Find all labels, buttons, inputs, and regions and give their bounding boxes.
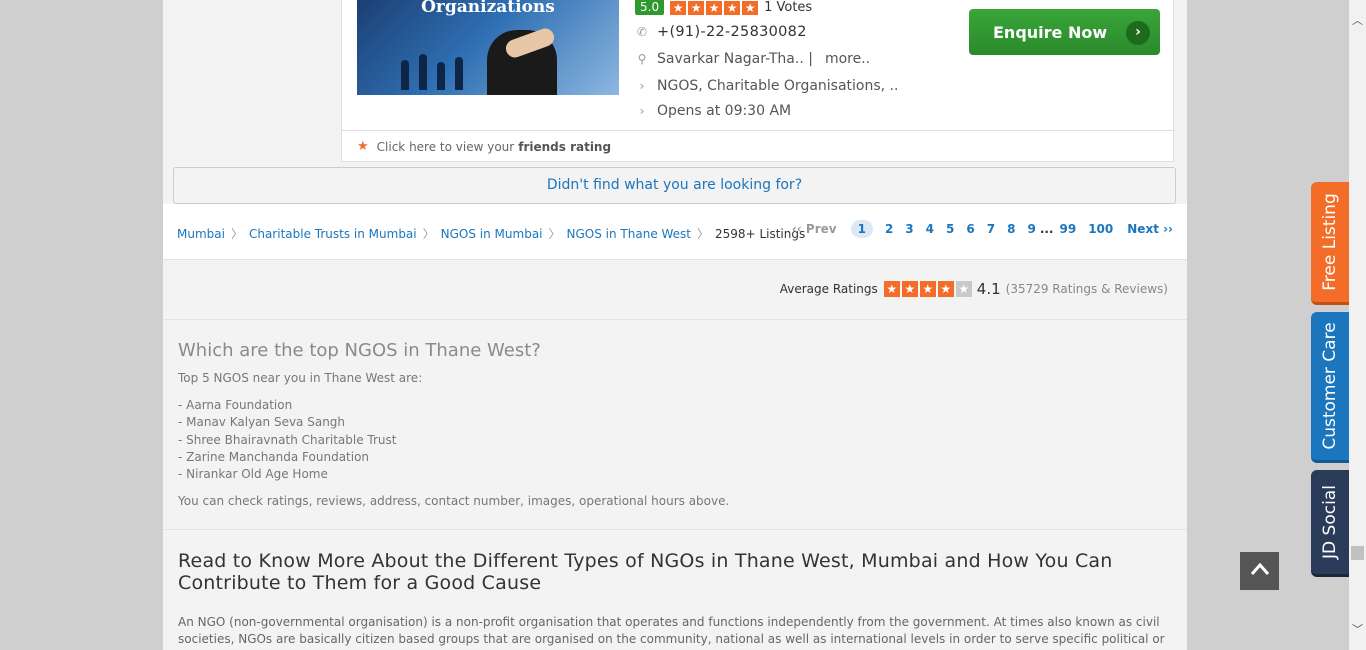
list-item: - Zarine Manchanda Foundation bbox=[178, 449, 370, 464]
breadcrumb-separator-icon: 〉 bbox=[548, 227, 561, 241]
listing-phone[interactable]: ✆ +(91)-22-25830082 bbox=[635, 24, 807, 40]
jd-social-label: JD Social bbox=[1320, 485, 1340, 559]
listing-categories[interactable]: › NGOS, Charitable Organisations, .. bbox=[635, 78, 899, 94]
page-button[interactable]: 100 bbox=[1088, 222, 1113, 236]
image-people bbox=[397, 50, 477, 90]
enquire-now-button[interactable]: Enquire Now › bbox=[969, 9, 1160, 55]
rating-stars: ★ ★ ★ ★ ★ bbox=[670, 0, 759, 15]
star-empty-icon: ★ bbox=[955, 281, 972, 297]
list-item: - Aarna Foundation bbox=[178, 398, 293, 412]
chevron-down-icon[interactable]: ﹀ bbox=[1349, 621, 1366, 638]
scrollbar[interactable]: ︿ ﹀ bbox=[1349, 0, 1366, 650]
star-icon: ★ bbox=[688, 0, 705, 15]
faq-outro: You can check ratings, reviews, address,… bbox=[178, 494, 730, 508]
top-ngos-list: - Aarna Foundation - Manav Kalyan Seva S… bbox=[178, 397, 397, 483]
article-section: Read to Know More About the Different Ty… bbox=[163, 530, 1187, 650]
pagination: ‹‹ Prev 1 2 3 4 5 6 7 8 9 ... 99 100 Nex… bbox=[792, 220, 1173, 238]
article-body: An NGO (non-governmental organisation) i… bbox=[178, 615, 1165, 650]
chevron-right-icon: › bbox=[1126, 21, 1150, 45]
breadcrumb-link[interactable]: Charitable Trusts in Mumbai bbox=[249, 227, 417, 241]
breadcrumb-separator-icon: 〉 bbox=[422, 227, 435, 241]
average-score: 4.1 bbox=[976, 280, 1001, 298]
breadcrumb-link[interactable]: Mumbai bbox=[177, 227, 225, 241]
page-button[interactable]: 4 bbox=[926, 222, 934, 236]
customer-care-tab[interactable]: Customer Care bbox=[1311, 312, 1349, 463]
scrollbar-thumb[interactable] bbox=[1351, 546, 1364, 560]
average-stars: ★ ★ ★ ★ ★ bbox=[883, 281, 972, 297]
star-icon: ★ bbox=[706, 0, 723, 15]
page-button[interactable]: 5 bbox=[946, 222, 954, 236]
listing-hours[interactable]: › Opens at 09:30 AM bbox=[635, 103, 792, 119]
hours-text: Opens at 09:30 AM bbox=[657, 103, 792, 119]
listing-card: Organizations 5.0 ★ ★ ★ ★ ★ 1 Votes ✆ +(… bbox=[341, 0, 1175, 162]
location-icon: ⚲ bbox=[637, 52, 647, 66]
average-ratings-bar: Average Ratings ★ ★ ★ ★ ★ 4.1 (35729 Rat… bbox=[163, 260, 1187, 320]
breadcrumb-separator-icon: 〉 bbox=[697, 227, 710, 241]
phone-icon: ✆ bbox=[636, 25, 648, 39]
rating-badge: 5.0 bbox=[635, 0, 665, 15]
jd-social-tab[interactable]: JD Social bbox=[1311, 470, 1349, 577]
list-item: - Shree Bhairavnath Charitable Trust bbox=[178, 432, 397, 447]
page-button[interactable]: 7 bbox=[987, 222, 995, 236]
average-label: Average Ratings bbox=[779, 282, 878, 296]
customer-care-label: Customer Care bbox=[1320, 322, 1340, 450]
listing-address: ⚲ Savarkar Nagar-Tha.. | more.. bbox=[635, 51, 871, 67]
listing-rating: 5.0 ★ ★ ★ ★ ★ 1 Votes bbox=[635, 0, 812, 15]
page-button-current[interactable]: 1 bbox=[850, 220, 873, 238]
next-page-button[interactable]: Next ›› bbox=[1127, 222, 1173, 236]
chevron-right-icon: › bbox=[639, 104, 645, 118]
page-button[interactable]: 9 bbox=[1027, 222, 1035, 236]
free-listing-tab[interactable]: Free Listing bbox=[1311, 182, 1349, 305]
votes-count[interactable]: 1 Votes bbox=[764, 0, 812, 15]
address-text: Savarkar Nagar-Tha.. | bbox=[657, 51, 813, 67]
breadcrumb-link[interactable]: NGOS in Mumbai bbox=[441, 227, 543, 241]
reviews-count: (35729 Ratings & Reviews) bbox=[1005, 282, 1168, 296]
enquire-label: Enquire Now bbox=[993, 22, 1108, 42]
free-listing-label: Free Listing bbox=[1320, 193, 1340, 291]
breadcrumb-link[interactable]: NGOS in Thane West bbox=[567, 227, 692, 241]
breadcrumb-separator-icon: 〉 bbox=[230, 227, 243, 241]
page-ellipsis: ... bbox=[1039, 222, 1054, 236]
listing-image[interactable]: Organizations bbox=[357, 0, 619, 95]
breadcrumb-bar: Mumbai 〉 Charitable Trusts in Mumbai 〉 N… bbox=[163, 204, 1187, 260]
page-button[interactable]: 8 bbox=[1007, 222, 1015, 236]
faq-intro: Top 5 NGOS near you in Thane West are: bbox=[178, 371, 423, 385]
breadcrumb: Mumbai 〉 Charitable Trusts in Mumbai 〉 N… bbox=[177, 225, 805, 242]
not-found-button[interactable]: Didn't find what you are looking for? bbox=[173, 167, 1176, 204]
page-button[interactable]: 2 bbox=[885, 222, 893, 236]
friends-prefix: Click here to view your bbox=[376, 139, 515, 154]
chevron-up-icon[interactable]: ︿ bbox=[1349, 12, 1366, 29]
star-icon: ★ bbox=[883, 281, 900, 297]
address-more-link[interactable]: more.. bbox=[825, 51, 870, 67]
listing-image-text: Organizations bbox=[421, 0, 555, 17]
page-button[interactable]: 6 bbox=[966, 222, 974, 236]
list-item: - Manav Kalyan Seva Sangh bbox=[178, 415, 346, 430]
phone-number: +(91)-22-25830082 bbox=[657, 24, 807, 40]
star-icon: ★ bbox=[901, 281, 918, 297]
chevron-right-icon: › bbox=[639, 79, 645, 93]
star-icon: ★ bbox=[724, 0, 741, 15]
star-icon: ★ bbox=[670, 0, 687, 15]
faq-title: Which are the top NGOS in Thane West? bbox=[178, 340, 541, 361]
list-item: - Nirankar Old Age Home bbox=[178, 467, 328, 482]
scroll-to-top-button[interactable] bbox=[1240, 552, 1279, 590]
article-title: Read to Know More About the Different Ty… bbox=[178, 550, 1113, 594]
friends-bold: friends rating bbox=[518, 139, 612, 154]
average-ratings: Average Ratings ★ ★ ★ ★ ★ 4.1 (35729 Rat… bbox=[780, 280, 1168, 298]
star-icon: ★ bbox=[357, 139, 369, 154]
friends-rating-link[interactable]: ★ Click here to view your friends rating bbox=[342, 130, 1175, 162]
faq-section: Which are the top NGOS in Thane West? To… bbox=[163, 320, 1187, 530]
star-icon: ★ bbox=[742, 0, 759, 15]
star-icon: ★ bbox=[919, 281, 936, 297]
categories-text: NGOS, Charitable Organisations, .. bbox=[657, 78, 899, 94]
page-button[interactable]: 3 bbox=[905, 222, 913, 236]
prev-page-button[interactable]: ‹‹ Prev bbox=[792, 222, 837, 236]
chevron-up-icon bbox=[1250, 562, 1269, 575]
page-button[interactable]: 99 bbox=[1060, 222, 1077, 236]
star-icon: ★ bbox=[937, 281, 954, 297]
